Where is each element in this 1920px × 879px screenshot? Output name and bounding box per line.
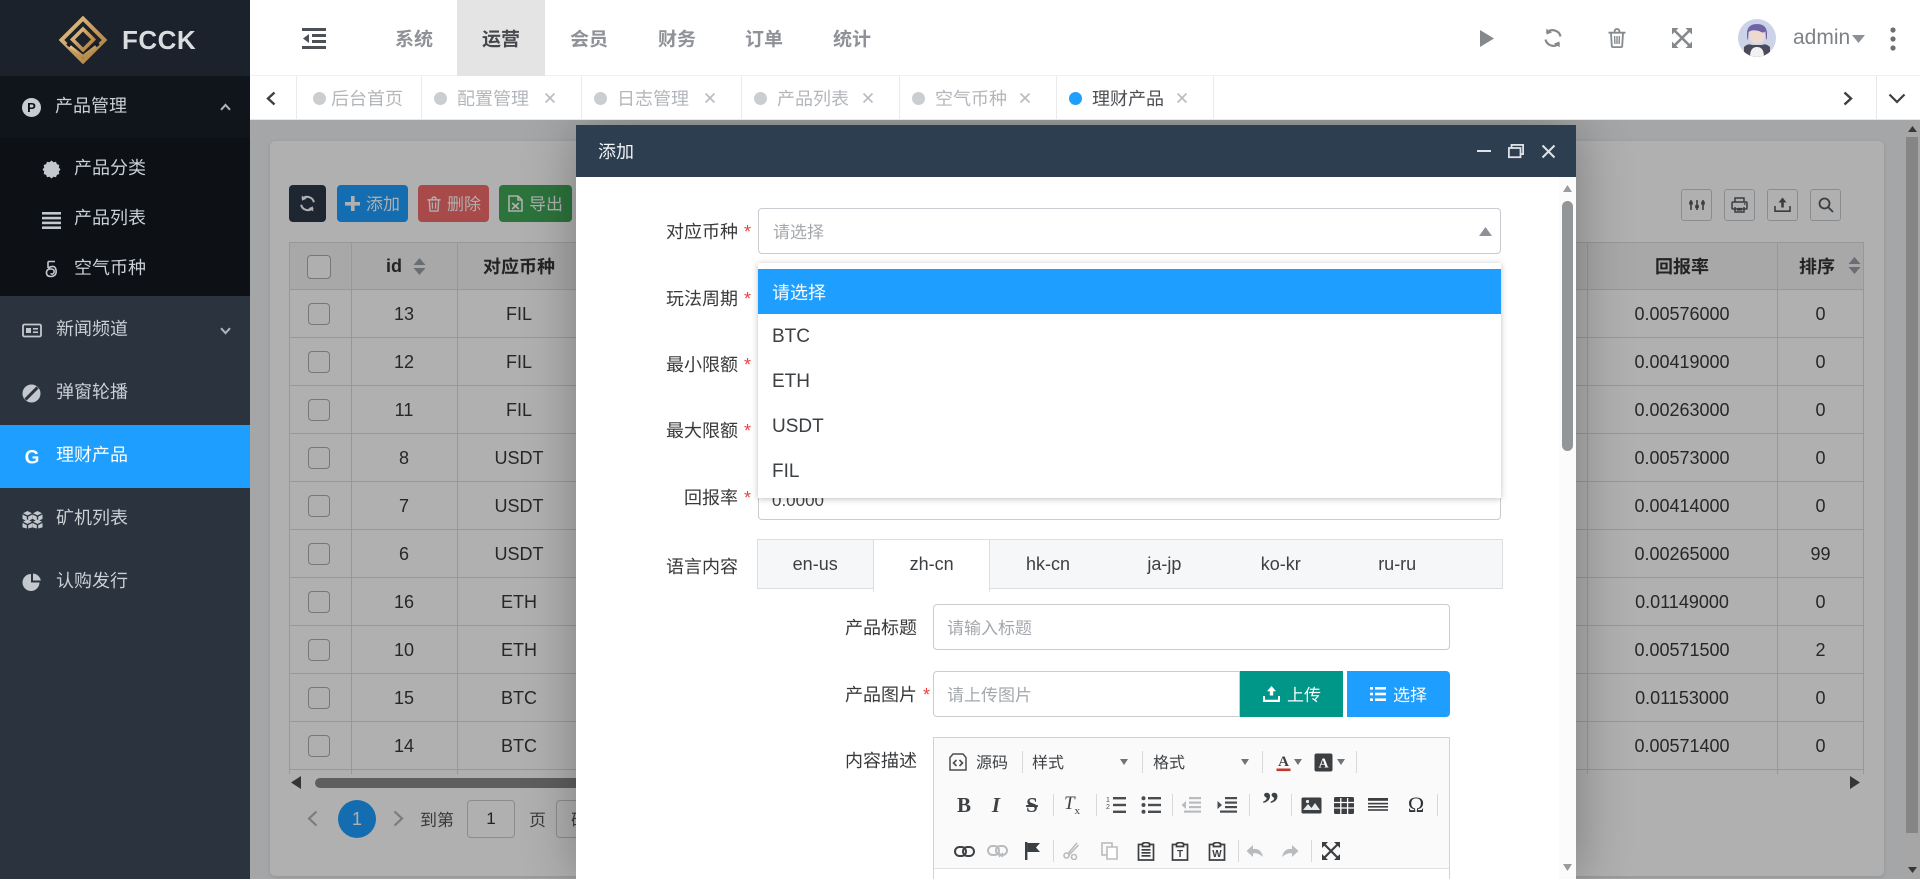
svg-text:P: P xyxy=(27,100,36,115)
svg-text:A: A xyxy=(1318,756,1329,771)
svg-text:W: W xyxy=(1212,849,1222,860)
svg-text:2: 2 xyxy=(1106,804,1110,811)
svg-text:T: T xyxy=(1177,849,1183,860)
svg-text:A: A xyxy=(1278,754,1289,770)
svg-text:G: G xyxy=(25,447,40,467)
svg-text:1: 1 xyxy=(1106,797,1110,804)
